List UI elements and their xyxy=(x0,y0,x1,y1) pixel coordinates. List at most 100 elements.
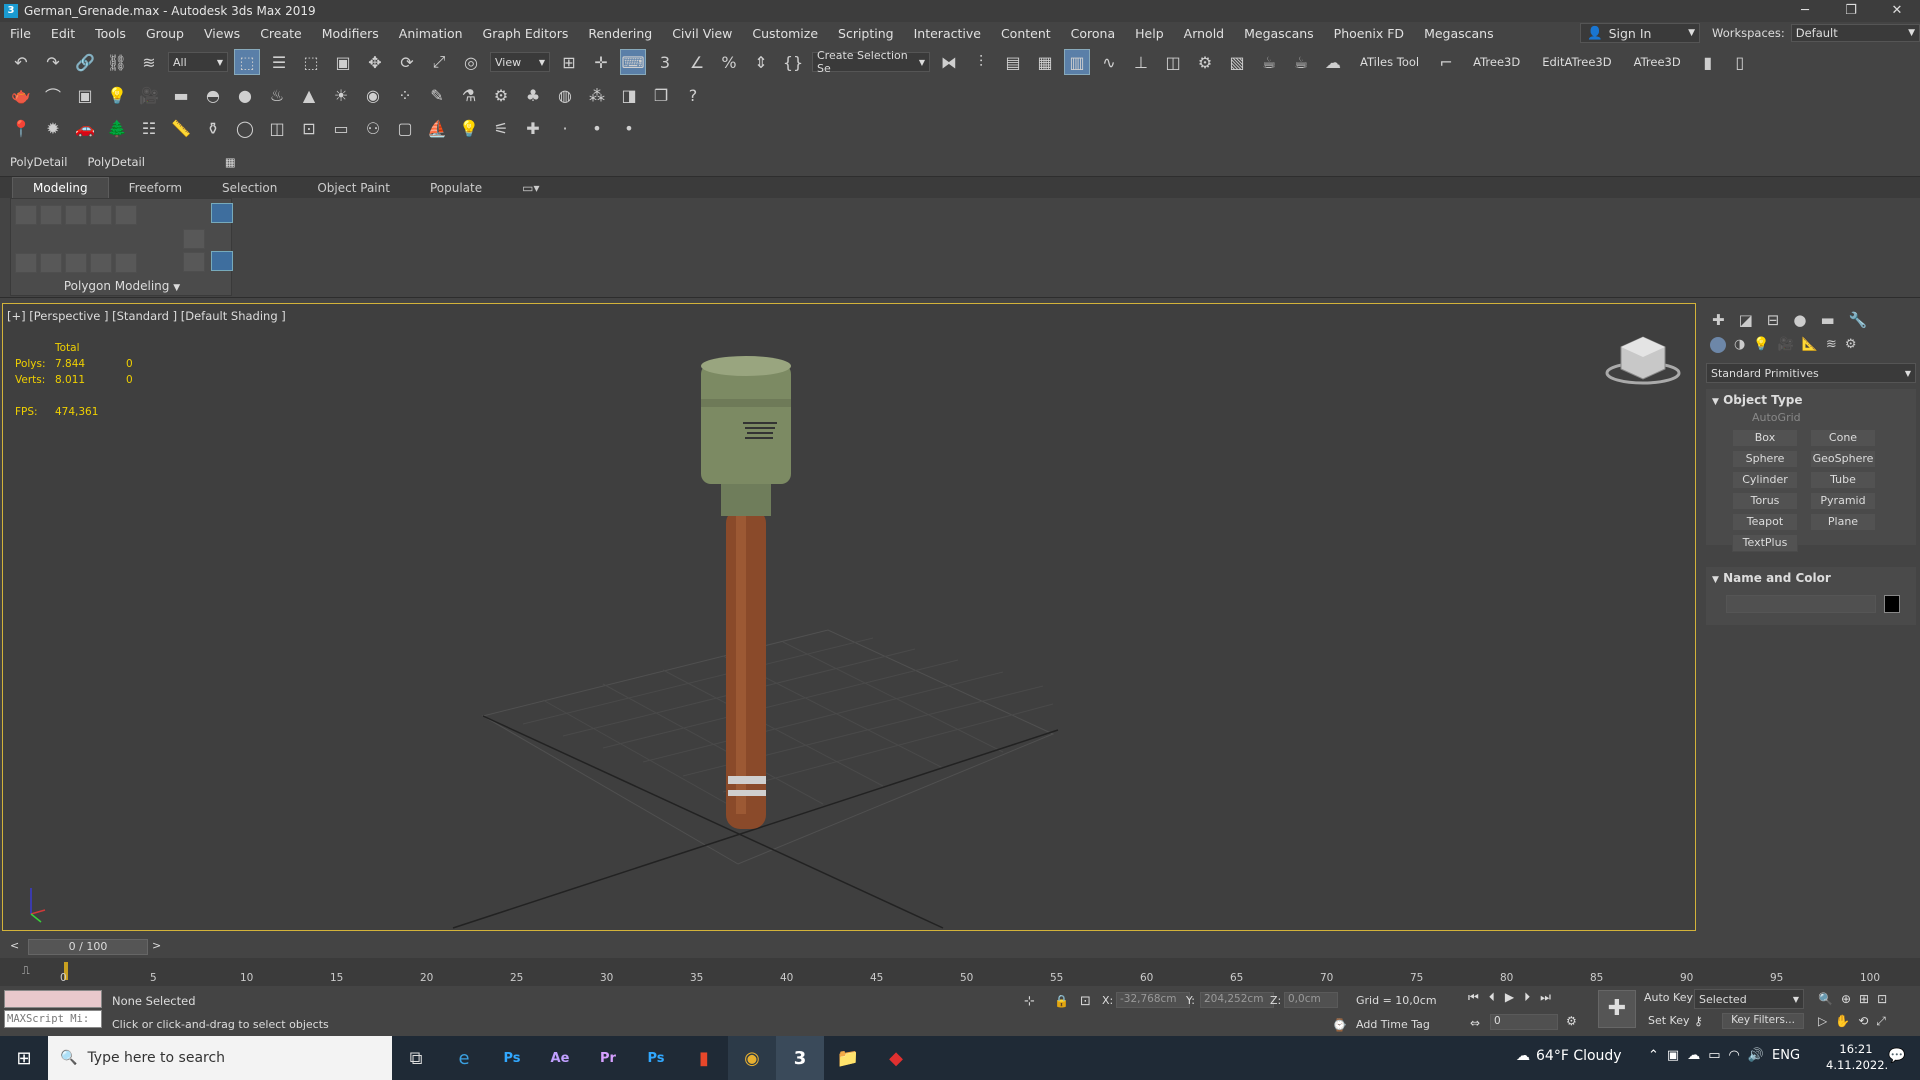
polydetail-button-2[interactable]: PolyDetail xyxy=(87,155,144,169)
named-selection-dropdown[interactable]: Create Selection Se ▼ xyxy=(812,49,930,75)
clock[interactable]: 16:21 4.11.2022. xyxy=(1826,1041,1888,1073)
tree-icon[interactable]: 🌲 xyxy=(104,115,130,141)
box-icon[interactable]: ▬ xyxy=(168,82,194,108)
zoom-all-icon[interactable]: ⊕ xyxy=(1841,992,1851,1006)
key-filters-button[interactable]: Key Filters... xyxy=(1722,1013,1804,1029)
bottle-icon[interactable]: ⚱ xyxy=(200,115,226,141)
link-icon[interactable]: 🔗 xyxy=(72,49,98,75)
previous-modifier-icon[interactable] xyxy=(183,229,205,249)
language-indicator[interactable]: ENG xyxy=(1772,1048,1800,1063)
color-dots-icon[interactable]: ⁂ xyxy=(584,82,610,108)
car-icon[interactable]: 🚗 xyxy=(72,115,98,141)
plane-button[interactable]: Plane xyxy=(1810,513,1876,531)
zoom-icon[interactable]: 🔍 xyxy=(1818,992,1833,1006)
after-effects-icon[interactable]: Ae xyxy=(536,1036,584,1080)
camera-icon[interactable]: 🎥 xyxy=(136,82,162,108)
globe-icon[interactable]: ◍ xyxy=(552,82,578,108)
shapes-icon[interactable]: ⌒ xyxy=(40,82,66,108)
pivot-center-icon[interactable]: ⊞ xyxy=(556,49,582,75)
shapes-icon[interactable]: ◑ xyxy=(1734,337,1745,353)
x-coord-field[interactable]: -32,768cm xyxy=(1116,992,1190,1008)
ribbon-options-icon[interactable]: ▭▾ xyxy=(502,178,559,198)
render-icon[interactable]: ▣ xyxy=(72,82,98,108)
hierarchy-tab-icon[interactable]: ⊟ xyxy=(1767,311,1780,329)
motion-tab-icon[interactable]: ● xyxy=(1793,311,1806,329)
menu-corona[interactable]: Corona xyxy=(1061,26,1125,41)
chrome-icon[interactable]: ◉ xyxy=(728,1036,776,1080)
sign-in-button[interactable]: 👤 Sign In ▼ xyxy=(1580,23,1700,43)
plugin-icon[interactable]: ▮ xyxy=(1695,49,1721,75)
settings-icon[interactable]: ⚙ xyxy=(488,82,514,108)
angle-snap-icon[interactable]: ∠ xyxy=(684,49,710,75)
name-and-color-header[interactable]: ▼ Name and Color xyxy=(1706,567,1916,589)
scatter-icon[interactable]: ⁘ xyxy=(392,82,418,108)
zoom-extents-all-icon[interactable]: ⊡ xyxy=(1877,992,1887,1006)
previous-frame-icon[interactable]: ⏴ xyxy=(1489,990,1495,1005)
percent-snap-icon[interactable]: % xyxy=(716,49,742,75)
cone-icon[interactable]: ▲ xyxy=(296,82,322,108)
undo-icon[interactable]: ↶ xyxy=(8,49,34,75)
toggle-command-panel-icon[interactable] xyxy=(115,253,137,273)
restore-button[interactable]: ❐ xyxy=(1828,0,1874,22)
time-tag-icon[interactable]: ⌚ xyxy=(1332,1018,1347,1032)
menu-help[interactable]: Help xyxy=(1125,26,1174,41)
window-crossing-icon[interactable]: ▣ xyxy=(330,49,356,75)
panel-icon[interactable]: ▭ xyxy=(328,115,354,141)
atiles-tool-button[interactable]: ATiles Tool xyxy=(1352,55,1427,69)
object-color-swatch[interactable] xyxy=(1884,595,1900,613)
weather-widget[interactable]: ☁ 64°F Cloudy xyxy=(1516,1048,1622,1064)
nurms-icon[interactable] xyxy=(65,253,87,273)
copy-icon[interactable]: ❐ xyxy=(648,82,674,108)
toggle-ribbon-icon[interactable]: ▦ xyxy=(1032,49,1058,75)
menu-scripting[interactable]: Scripting xyxy=(828,26,904,41)
menu-content[interactable]: Content xyxy=(991,26,1061,41)
torus-icon[interactable]: ◯ xyxy=(232,115,258,141)
next-frame-icon[interactable]: ⏵ xyxy=(1524,990,1530,1005)
time-slider-next[interactable]: > xyxy=(152,939,161,952)
torus-button[interactable]: Torus xyxy=(1732,492,1798,510)
measure-icon[interactable]: ⚟ xyxy=(488,115,514,141)
maxscript-listener-pink[interactable] xyxy=(4,990,102,1008)
pyramid-button[interactable]: Pyramid xyxy=(1810,492,1876,510)
edge-icon[interactable] xyxy=(40,205,62,225)
mini-curve-editor-icon[interactable]: ⎍ xyxy=(22,964,30,978)
object-type-header[interactable]: ▼ Object Type xyxy=(1706,389,1916,411)
menu-group[interactable]: Group xyxy=(136,26,194,41)
align-icon[interactable]: ⫶ xyxy=(968,49,994,75)
mirror-icon[interactable]: ⧓ xyxy=(936,49,962,75)
teapot-button[interactable]: Teapot xyxy=(1732,513,1798,531)
sun-icon[interactable]: ☀ xyxy=(328,82,354,108)
shelf-grid-icon[interactable]: ▦ xyxy=(225,155,236,169)
menu-civil-view[interactable]: Civil View xyxy=(662,26,742,41)
boat-icon[interactable]: ⛵ xyxy=(424,115,450,141)
menu-rendering[interactable]: Rendering xyxy=(578,26,662,41)
autogrid-checkbox[interactable]: AutoGrid xyxy=(1752,411,1801,424)
time-slider[interactable]: < 0 / 100 > xyxy=(0,936,1920,958)
geometry-icon[interactable] xyxy=(1710,337,1726,353)
add-time-tag[interactable]: Add Time Tag xyxy=(1356,1018,1430,1031)
key-mode-dropdown[interactable]: Selected ▼ xyxy=(1694,989,1804,1009)
place-icon[interactable]: ◎ xyxy=(458,49,484,75)
vertex-icon[interactable] xyxy=(15,205,37,225)
office-icon[interactable]: ▮ xyxy=(680,1036,728,1080)
polydetail-button[interactable]: PolyDetail xyxy=(10,155,67,169)
select-object-icon[interactable]: ⬚ xyxy=(234,49,260,75)
wifi-icon[interactable]: ◠ xyxy=(1729,1048,1740,1063)
render-production-icon[interactable]: ☕ xyxy=(1256,49,1282,75)
menu-megascans[interactable]: Megascans xyxy=(1234,26,1324,41)
dot-icon-3[interactable]: • xyxy=(616,115,642,141)
menu-arnold[interactable]: Arnold xyxy=(1174,26,1234,41)
render-cloud-icon[interactable]: ☁ xyxy=(1320,49,1346,75)
isolate-selection-icon[interactable]: ⊹ xyxy=(1024,994,1035,1009)
spacewarps-icon[interactable]: ≋ xyxy=(1826,337,1837,353)
task-view-icon[interactable]: ⧉ xyxy=(392,1036,440,1080)
reference-coordinate-dropdown[interactable]: View ▼ xyxy=(490,52,550,72)
sphere-icon[interactable]: ● xyxy=(232,82,258,108)
selection-lock-icon[interactable]: 🔒 xyxy=(1054,994,1069,1008)
atree3d-button-2[interactable]: ATree3D xyxy=(1626,55,1689,69)
curve-editor-icon[interactable]: ∿ xyxy=(1096,49,1122,75)
object-name-input[interactable] xyxy=(1726,595,1876,613)
frame-icon[interactable]: ◫ xyxy=(264,115,290,141)
lights-icon[interactable]: 💡 xyxy=(1753,337,1769,353)
people-icon[interactable]: ⚇ xyxy=(360,115,386,141)
